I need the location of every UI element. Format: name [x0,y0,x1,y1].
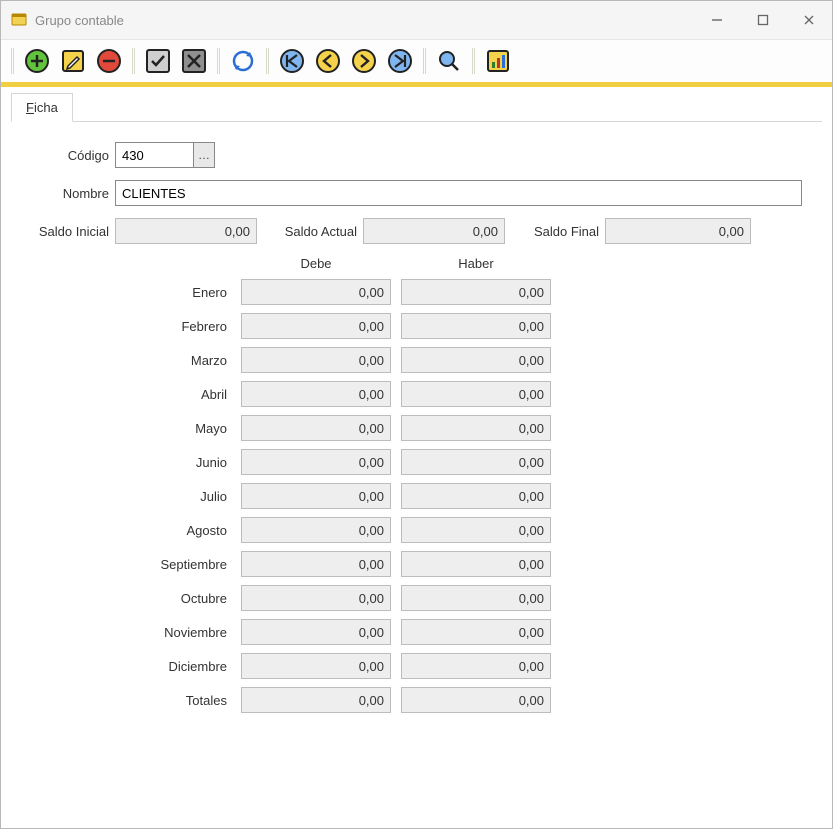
prev-record-button[interactable] [313,46,343,76]
window-title: Grupo contable [35,13,124,28]
toolbar-separator [9,48,16,74]
last-record-button[interactable] [385,46,415,76]
accent-strip [1,82,832,87]
month-label: Diciembre [121,659,231,674]
month-grid: Debe Haber Enero Febrero Marzo Abril Mayo Jun… [121,256,802,713]
row-saldos: Saldo Inicial Saldo Actual Saldo Final [21,218,802,244]
header-debe: Debe [241,256,391,271]
month-label: Agosto [121,523,231,538]
month-haber-field [401,415,551,441]
cancel-button[interactable] [179,46,209,76]
saldo-actual-field [363,218,505,244]
month-label: Enero [121,285,231,300]
header-haber: Haber [401,256,551,271]
add-button[interactable] [22,46,52,76]
month-haber-field [401,313,551,339]
titlebar: Grupo contable [1,1,832,39]
delete-button[interactable] [94,46,124,76]
tab-ficha[interactable]: Ficha [11,93,73,122]
tab-ficha-rest: icha [34,100,58,115]
codigo-group: … [115,142,215,168]
month-debe-field [241,619,391,645]
codigo-input[interactable] [115,142,193,168]
accept-button[interactable] [143,46,173,76]
app-icon [11,12,27,28]
month-debe-field [241,279,391,305]
month-debe-field [241,483,391,509]
month-debe-field [241,653,391,679]
month-label: Febrero [121,319,231,334]
search-button[interactable] [434,46,464,76]
month-debe-field [241,517,391,543]
first-record-button[interactable] [277,46,307,76]
label-nombre: Nombre [21,186,115,201]
label-codigo: Código [21,148,115,163]
month-label: Mayo [121,421,231,436]
toolbar [1,39,832,87]
close-button[interactable] [786,1,832,39]
month-debe-field [241,381,391,407]
month-haber-field [401,483,551,509]
refresh-button[interactable] [228,46,258,76]
month-haber-field [401,381,551,407]
month-debe-field [241,585,391,611]
toolbar-separator [421,48,428,74]
toolbar-separator [215,48,222,74]
month-label: Marzo [121,353,231,368]
window: Grupo contable [0,0,833,829]
chart-button[interactable] [483,46,513,76]
month-debe-field [241,347,391,373]
row-nombre: Nombre [21,180,802,206]
month-debe-field [241,449,391,475]
tab-ficha-accel: F [26,100,34,115]
form-area: Código … Nombre Saldo Inicial Saldo Actu… [1,122,832,723]
month-debe-field [241,313,391,339]
toolbar-separator [264,48,271,74]
month-debe-field [241,687,391,713]
month-label: Noviembre [121,625,231,640]
label-saldo-final: Saldo Final [515,224,605,239]
label-saldo-inicial: Saldo Inicial [21,224,115,239]
month-label: Junio [121,455,231,470]
codigo-lookup-button[interactable]: … [193,142,215,168]
month-haber-field [401,347,551,373]
month-label: Totales [121,693,231,708]
month-haber-field [401,551,551,577]
month-haber-field [401,687,551,713]
next-record-button[interactable] [349,46,379,76]
month-haber-field [401,449,551,475]
edit-button[interactable] [58,46,88,76]
toolbar-separator [130,48,137,74]
month-label: Julio [121,489,231,504]
month-haber-field [401,517,551,543]
month-debe-field [241,551,391,577]
saldo-inicial-field [115,218,257,244]
nombre-input[interactable] [115,180,802,206]
toolbar-separator [470,48,477,74]
maximize-button[interactable] [740,1,786,39]
month-haber-field [401,585,551,611]
minimize-button[interactable] [694,1,740,39]
month-haber-field [401,619,551,645]
saldo-final-field [605,218,751,244]
month-label: Abril [121,387,231,402]
label-saldo-actual: Saldo Actual [267,224,363,239]
tabstrip: Ficha [11,93,822,122]
month-label: Octubre [121,591,231,606]
month-haber-field [401,653,551,679]
row-codigo: Código … [21,142,802,168]
month-label: Septiembre [121,557,231,572]
month-debe-field [241,415,391,441]
month-haber-field [401,279,551,305]
